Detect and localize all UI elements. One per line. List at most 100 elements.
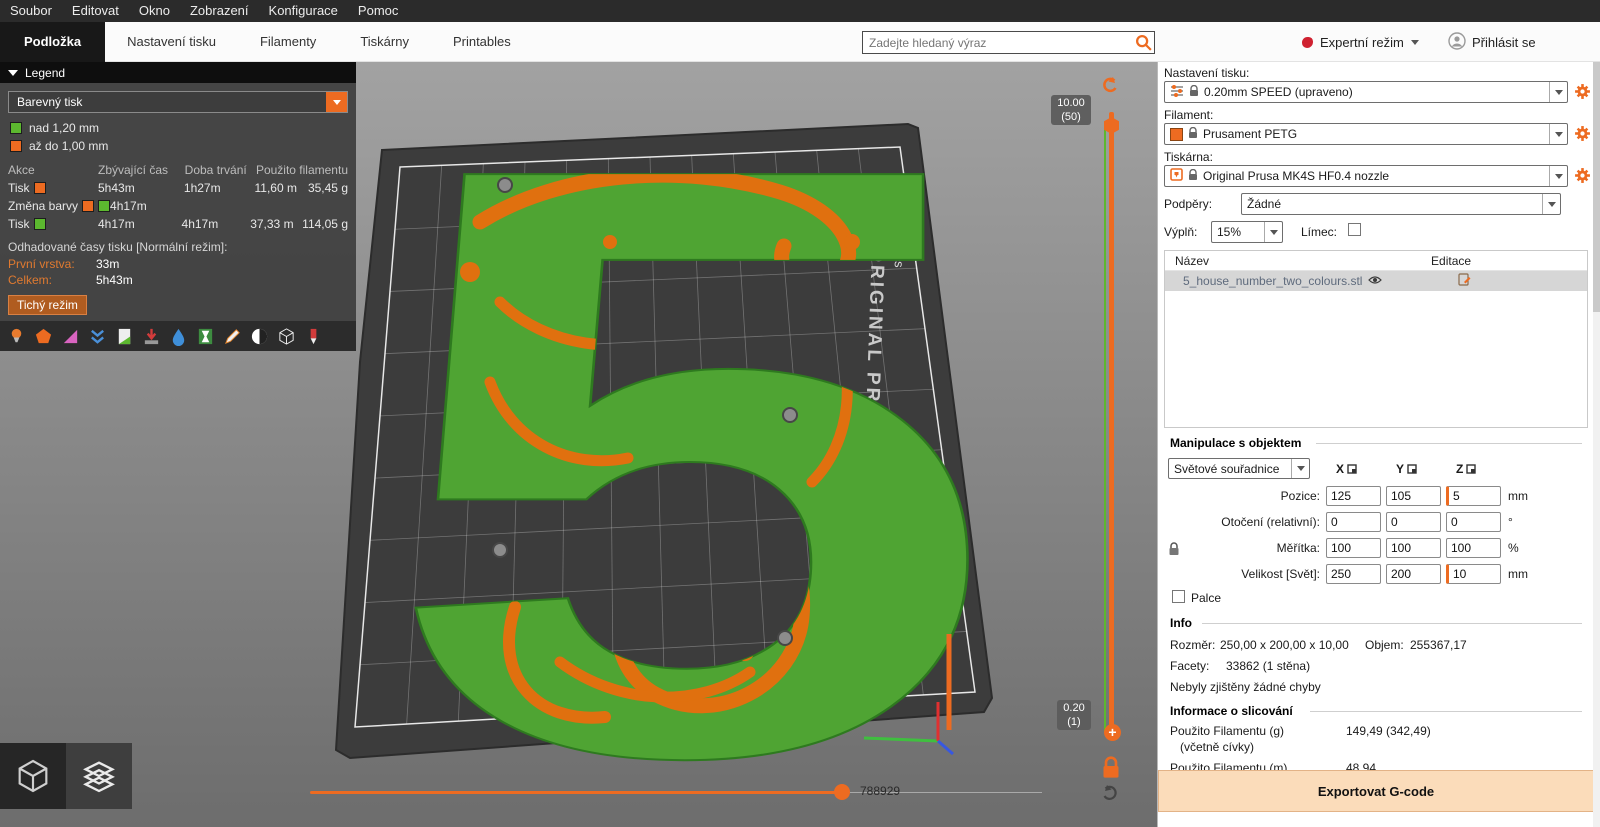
view-switcher xyxy=(0,743,132,809)
export-gcode-button[interactable]: Exportovat G-code xyxy=(1158,770,1593,812)
rotation-label: Otočení (relativní): xyxy=(1162,515,1320,529)
supports-select[interactable]: Žádné xyxy=(1241,193,1561,215)
add-color-change-button[interactable]: + xyxy=(1104,724,1121,741)
object-type-icon[interactable] xyxy=(32,325,54,347)
position-unit: mm xyxy=(1508,489,1528,503)
extruder-icon[interactable] xyxy=(5,325,27,347)
layer-slider-top-tooltip: 10.00 (50) xyxy=(1051,95,1091,125)
menu-editovat[interactable]: Editovat xyxy=(62,0,129,22)
eye-icon[interactable] xyxy=(1368,274,1382,288)
size-unit: mm xyxy=(1508,567,1528,581)
menu-pomoc[interactable]: Pomoc xyxy=(348,0,408,22)
colorprint-edit-icon[interactable] xyxy=(221,325,243,347)
layer-slider-track[interactable] xyxy=(1109,112,1114,738)
menu-konfigurace[interactable]: Konfigurace xyxy=(259,0,348,22)
size-x-input[interactable] xyxy=(1326,564,1381,584)
infill-select[interactable]: 15% xyxy=(1211,221,1283,243)
print-time-icon[interactable] xyxy=(194,325,216,347)
lock-icon xyxy=(1189,85,1199,100)
object-list: Název Editace 5_house_number_two_colours… xyxy=(1164,250,1588,428)
size-z-input[interactable] xyxy=(1446,564,1501,584)
print-settings-gear-icon[interactable] xyxy=(1574,83,1591,100)
search-icon[interactable] xyxy=(1134,33,1154,53)
chevron-down-icon xyxy=(1411,40,1419,45)
tab-printables[interactable]: Printables xyxy=(431,22,533,62)
sidebar-scrollbar xyxy=(1593,62,1600,827)
viewport-3d[interactable]: ORIGINAL PRUSA by Jos 5 5 xyxy=(0,62,1157,827)
size-y-input[interactable] xyxy=(1386,564,1441,584)
settings-sidebar: Nastavení tisku: 0.20mm SPEED (upraveno)… xyxy=(1157,62,1593,827)
rotation-y-input[interactable] xyxy=(1386,512,1441,532)
estimated-times-title: Odhadované časy tisku [Normální režim]: xyxy=(0,233,356,256)
tab-tiskarny[interactable]: Tiskárny xyxy=(338,22,431,62)
login-button[interactable]: Přihlásit se xyxy=(1448,31,1536,54)
speed-icon[interactable] xyxy=(113,325,135,347)
legend-header[interactable]: Legend xyxy=(0,62,356,83)
search-input[interactable] xyxy=(863,36,1134,50)
reset-rotation-icon[interactable] xyxy=(1100,784,1120,804)
tool-icon[interactable] xyxy=(248,325,270,347)
printer-icon xyxy=(1170,168,1183,184)
axis-y-header: Y xyxy=(1396,462,1417,476)
coordinate-system-select[interactable]: Světové souřadnice xyxy=(1168,458,1310,479)
user-icon xyxy=(1448,32,1466,53)
chevron-down-icon xyxy=(1549,82,1567,102)
cube-view-icon[interactable] xyxy=(275,325,297,347)
object-row[interactable]: 5_house_number_two_colours.stl xyxy=(1165,271,1587,291)
chevron-down-icon xyxy=(1264,222,1282,242)
silent-mode-button[interactable]: Tichý režim xyxy=(8,295,87,315)
tab-filamenty[interactable]: Filamenty xyxy=(238,22,338,62)
supports-value: Žádné xyxy=(1247,197,1537,211)
edit-object-icon[interactable] xyxy=(1458,273,1471,289)
search-box xyxy=(862,31,1155,54)
rotation-x-input[interactable] xyxy=(1326,512,1381,532)
scale-z-input[interactable] xyxy=(1446,538,1501,558)
brim-label: Límec: xyxy=(1301,225,1337,239)
height-icon[interactable] xyxy=(59,325,81,347)
brim-checkbox[interactable] xyxy=(1348,223,1361,236)
expert-mode-selector[interactable]: Expertní režim xyxy=(1302,31,1419,54)
position-y-input[interactable] xyxy=(1386,486,1441,506)
filament-g-sub: (včetně cívky) xyxy=(1180,740,1254,754)
menu-zobrazeni[interactable]: Zobrazení xyxy=(180,0,259,22)
scrollbar-thumb[interactable] xyxy=(1593,62,1600,312)
swatch-label: až do 1,00 mm xyxy=(29,139,108,153)
move-slider-handle[interactable] xyxy=(834,784,850,800)
position-label: Pozice: xyxy=(1162,489,1320,503)
temperature-icon[interactable] xyxy=(167,325,189,347)
scale-label: Měřítka: xyxy=(1162,541,1320,555)
preset-icon xyxy=(1170,84,1184,101)
menu-soubor[interactable]: Soubor xyxy=(0,0,62,22)
dropdown-button[interactable] xyxy=(326,92,347,112)
tab-nastaveni-tisku[interactable]: Nastavení tisku xyxy=(105,22,238,62)
infill-value: 15% xyxy=(1217,225,1259,239)
move-slider-track[interactable] xyxy=(310,791,842,794)
filament-label: Filament: xyxy=(1164,108,1213,122)
tab-podlozka[interactable]: Podložka xyxy=(0,22,105,62)
filament-gear-icon[interactable] xyxy=(1574,125,1591,142)
view-3d-button[interactable] xyxy=(0,743,66,809)
model-number-five[interactable]: 5 xyxy=(382,62,999,827)
view-mode-select[interactable]: Barevný tisk xyxy=(8,91,348,113)
travel-marker-icon[interactable] xyxy=(302,325,324,347)
undo-arrow-icon[interactable] xyxy=(1100,76,1120,96)
fan-speed-icon[interactable] xyxy=(140,325,162,347)
position-x-input[interactable] xyxy=(1326,486,1381,506)
view-preview-button[interactable] xyxy=(66,743,132,809)
width-icon[interactable] xyxy=(86,325,108,347)
legend-title: Legend xyxy=(25,66,65,80)
print-settings-select[interactable]: 0.20mm SPEED (upraveno) xyxy=(1164,81,1568,103)
name-header: Název xyxy=(1175,254,1209,268)
position-z-input[interactable] xyxy=(1446,486,1501,506)
scale-y-input[interactable] xyxy=(1386,538,1441,558)
inches-checkbox[interactable] xyxy=(1172,590,1185,603)
prusaslicer-window: Soubor Editovat Okno Zobrazení Konfigura… xyxy=(0,0,1600,827)
filament-select[interactable]: Prusament PETG xyxy=(1164,123,1568,145)
scale-x-input[interactable] xyxy=(1326,538,1381,558)
printer-gear-icon[interactable] xyxy=(1574,167,1591,184)
rotation-z-input[interactable] xyxy=(1446,512,1501,532)
menu-okno[interactable]: Okno xyxy=(129,0,180,22)
filament-value: Prusament PETG xyxy=(1203,127,1544,141)
printer-select[interactable]: Original Prusa MK4S HF0.4 nozzle xyxy=(1164,165,1568,187)
lock-icon[interactable] xyxy=(1101,758,1121,778)
